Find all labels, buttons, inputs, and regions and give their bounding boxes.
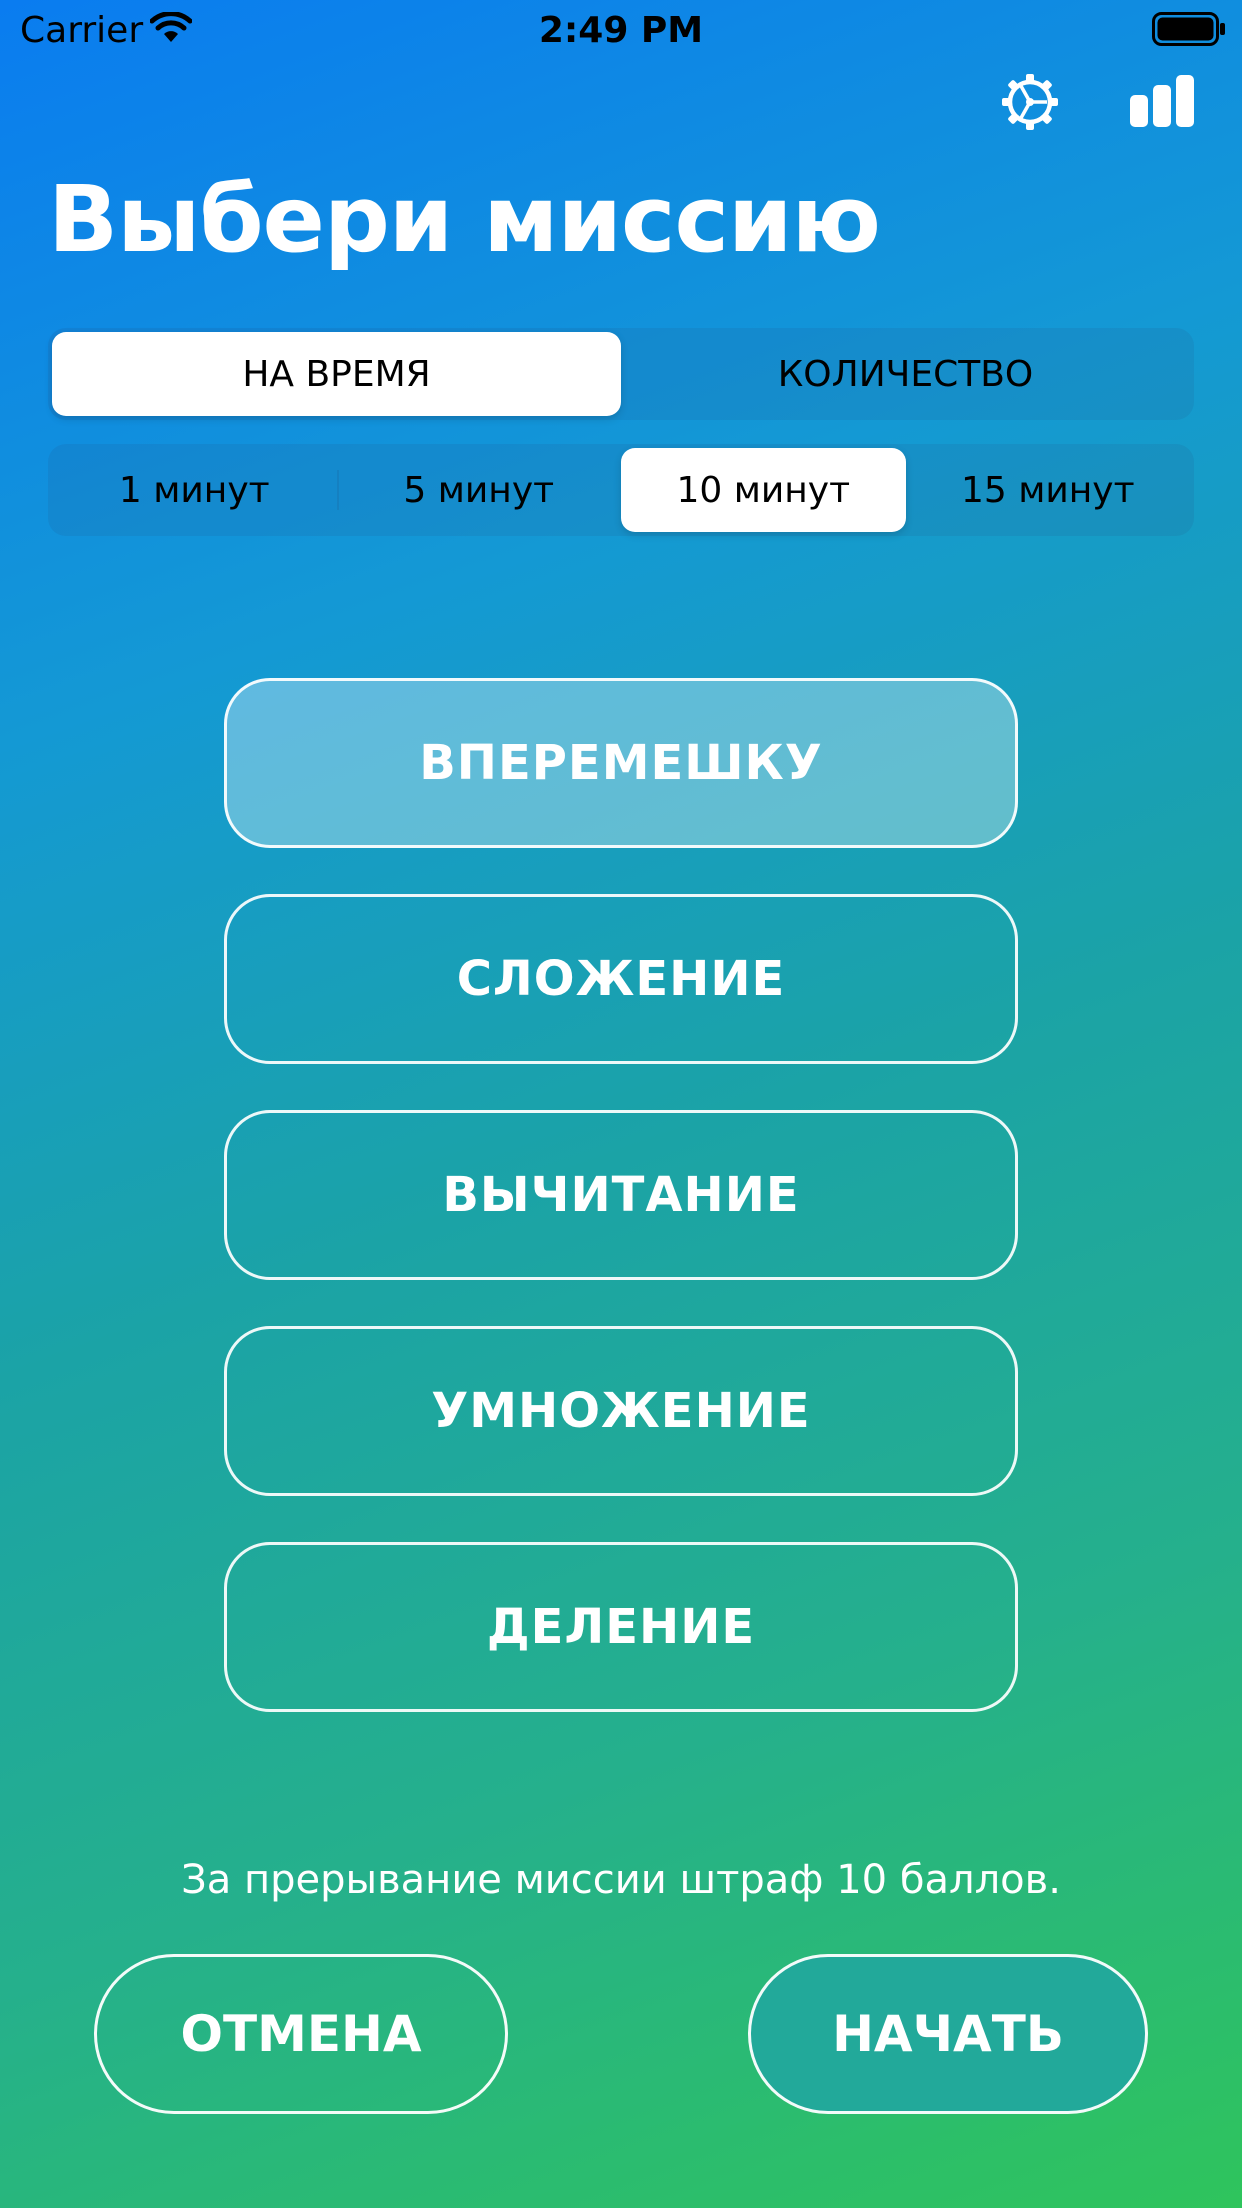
duration-option-15[interactable]: 15 минут (906, 448, 1191, 532)
duration-option-10[interactable]: 10 минут (621, 448, 906, 532)
mission-subtraction-button[interactable]: ВЫЧИТАНИЕ (224, 1110, 1018, 1280)
mission-mixed-button[interactable]: ВПЕРЕМЕШКУ (224, 678, 1018, 848)
mission-multiplication-button[interactable]: УМНОЖЕНИЕ (224, 1326, 1018, 1496)
mode-segmented-control: НА ВРЕМЯ КОЛИЧЕСТВО (48, 328, 1194, 420)
gear-icon (1000, 72, 1060, 136)
stats-button[interactable] (1130, 72, 1194, 136)
duration-segmented-control: 1 минут 5 минут 10 минут 15 минут (48, 444, 1194, 536)
mission-addition-button[interactable]: СЛОЖЕНИЕ (224, 894, 1018, 1064)
duration-option-5[interactable]: 5 минут (336, 448, 622, 532)
penalty-note: За прерывание миссии штраф 10 баллов. (181, 1857, 1061, 1903)
mission-division-button[interactable]: ДЕЛЕНИЕ (224, 1542, 1018, 1712)
start-button[interactable]: НАЧАТЬ (748, 1954, 1148, 2114)
status-bar: Carrier 2:49 PM (0, 0, 1242, 62)
clock: 2:49 PM (538, 10, 704, 51)
battery-icon (1152, 12, 1226, 50)
duration-option-1[interactable]: 1 минут (52, 448, 337, 532)
settings-button[interactable] (998, 72, 1062, 136)
mode-option-count[interactable]: КОЛИЧЕСТВО (621, 332, 1190, 416)
bar-chart-icon (1130, 75, 1194, 133)
cancel-button[interactable]: ОТМЕНА (94, 1954, 508, 2114)
page-title: Выбери миссию (48, 166, 881, 273)
mode-option-timed[interactable]: НА ВРЕМЯ (52, 332, 621, 416)
mission-select-screen: Carrier 2:49 PM Выбери миссию НА ВРЕМЯ К… (0, 0, 1242, 2208)
